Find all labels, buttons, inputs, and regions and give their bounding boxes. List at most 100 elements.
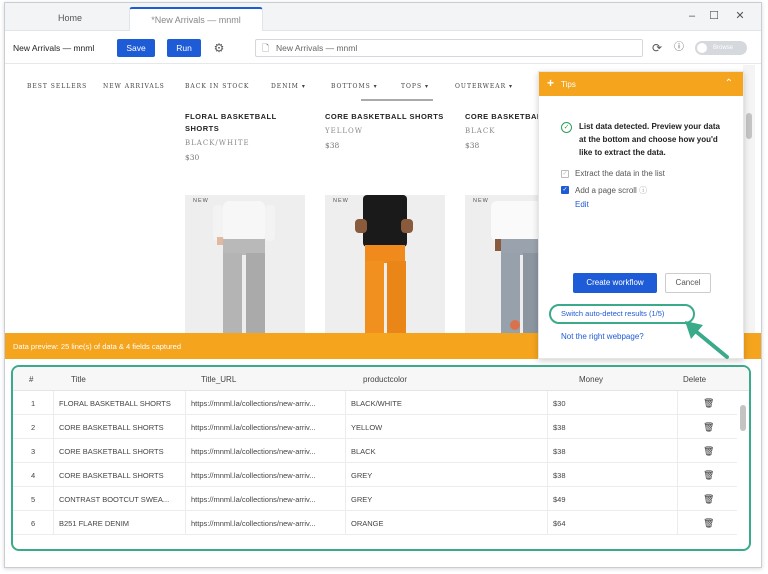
url-field[interactable]: 🗋 New Arrivals — mnml [255,39,643,57]
close-icon[interactable]: ✕ [733,9,747,23]
tips-panel: + Tips ⌃ ✓ List data detected. Preview y… [538,71,744,359]
save-button[interactable]: Save [117,39,155,57]
col-header-title[interactable]: Title [71,375,86,384]
cell-productcolor[interactable]: GREY [351,495,541,504]
cell-money[interactable]: $30 [553,399,673,408]
info-icon[interactable]: ⓘ [671,40,687,56]
divider [677,439,678,463]
col-header-productcolor[interactable]: productcolor [363,375,407,384]
collapse-chevron-icon[interactable]: ⌃ [725,78,733,90]
trash-icon[interactable]: 🗑 [703,517,714,529]
cell-title[interactable]: FLORAL BASKETBALL SHORTS [59,399,181,408]
cell-productcolor[interactable]: YELLOW [351,423,541,432]
cell-productcolor[interactable]: BLACK [351,447,541,456]
cancel-button[interactable]: Cancel [665,273,711,293]
trash-icon[interactable]: 🗑 [703,445,714,457]
run-button[interactable]: Run [167,39,201,57]
nav-tops[interactable]: TOPS ▾ [401,83,429,90]
page-scroll-checkbox[interactable]: ✓ [561,186,569,194]
tab-new-arrivals[interactable]: *New Arrivals — mnml [129,7,263,31]
cell-money[interactable]: $64 [553,519,673,528]
nav-bottoms[interactable]: BOTTOMS ▾ [331,83,378,90]
cell-money[interactable]: $38 [553,447,673,456]
nav-outerwear[interactable]: OUTERWEAR ▾ [455,83,513,90]
divider [185,511,186,535]
divider [547,415,548,439]
option-label: Add a page scroll ⓘ [575,185,647,196]
cell-num: 1 [31,399,36,408]
maximize-icon[interactable]: ☐ [707,9,721,23]
cell-money[interactable]: $38 [553,471,673,480]
page-scrollbar-thumb[interactable] [746,113,752,139]
cell-title-url[interactable]: https://mnml.la/collections/new-arriv... [191,519,343,528]
trash-icon[interactable]: 🗑 [703,421,714,433]
cell-title[interactable]: CORE BASKETBALL SHORTS [59,471,181,480]
table-row[interactable]: 1 FLORAL BASKETBALL SHORTS https://mnml.… [13,391,737,415]
cell-title[interactable]: CORE BASKETBALL SHORTS [59,447,181,456]
divider [345,511,346,535]
cell-title[interactable]: CORE BASKETBALL SHORTS [59,423,181,432]
cell-title-url[interactable]: https://mnml.la/collections/new-arriv... [191,495,343,504]
nav-best-sellers[interactable]: BEST SELLERS [27,83,87,90]
cell-productcolor[interactable]: BLACK/WHITE [351,399,541,408]
cell-productcolor[interactable]: GREY [351,471,541,480]
minimize-icon[interactable]: – [685,9,699,23]
nav-active-indicator [361,99,433,101]
wrong-webpage-link[interactable]: Not the right webpage? [561,332,644,341]
task-name[interactable]: New Arrivals — mnml [13,43,94,53]
switch-auto-detect-link[interactable]: Switch auto-detect results (1/5) [549,304,695,324]
help-icon[interactable]: ⓘ [639,186,647,195]
cell-productcolor[interactable]: ORANGE [351,519,541,528]
url-text: New Arrivals — mnml [276,43,358,53]
trash-icon[interactable]: 🗑 [703,397,714,409]
cell-title-url[interactable]: https://mnml.la/collections/new-arriv... [191,471,343,480]
product-card[interactable]: FLORAL BASKETBALL SHORTS BLACK/WHITE $30 [185,111,309,162]
cell-title-url[interactable]: https://mnml.la/collections/new-arriv... [191,399,343,408]
product-card[interactable]: CORE BASKETBALL SHORTS YELLOW $38 [325,111,449,150]
col-header-delete: Delete [683,375,707,384]
divider [547,487,548,511]
tips-header[interactable]: + Tips ⌃ [539,72,743,96]
cell-title-url[interactable]: https://mnml.la/collections/new-arriv... [191,423,343,432]
divider [53,439,54,463]
create-workflow-button[interactable]: Create workflow [573,273,657,293]
gear-icon[interactable]: ⚙ [211,40,227,56]
cell-money[interactable]: $49 [553,495,673,504]
col-header-title-url[interactable]: Title_URL [201,375,236,384]
divider [345,487,346,511]
page-scrollbar[interactable] [743,65,755,333]
product-price: $30 [185,153,200,162]
table-scrollbar-thumb[interactable] [740,405,746,431]
extract-list-checkbox[interactable]: ✓ [561,170,569,178]
nav-back-in-stock[interactable]: BACK IN STOCK [185,83,249,90]
page-icon: 🗋 [262,43,270,53]
product-image[interactable]: NEW [325,195,445,333]
table-row[interactable]: 5 CONTRAST BOOTCUT SWEA... https://mnml.… [13,487,737,511]
cell-title[interactable]: B251 FLARE DENIM [59,519,181,528]
plus-icon: + [547,76,555,90]
nav-new-arrivals[interactable]: NEW ARRIVALS [103,83,165,90]
col-header-money[interactable]: Money [579,375,603,384]
option-label: Extract the data in the list [575,169,665,178]
cell-title-url[interactable]: https://mnml.la/collections/new-arriv... [191,447,343,456]
table-row[interactable]: 3 CORE BASKETBALL SHORTS https://mnml.la… [13,439,737,463]
nav-denim[interactable]: DENIM ▾ [271,83,306,90]
cell-title[interactable]: CONTRAST BOOTCUT SWEA... [59,495,181,504]
tips-title: Tips [561,80,576,89]
table-row[interactable]: 2 CORE BASKETBALL SHORTS https://mnml.la… [13,415,737,439]
divider [677,415,678,439]
refresh-icon[interactable]: ⟳ [649,40,665,56]
product-image[interactable]: NEW [185,195,305,333]
trash-icon[interactable]: 🗑 [703,493,714,505]
table-row[interactable]: 4 CORE BASKETBALL SHORTS https://mnml.la… [13,463,737,487]
new-badge: NEW [193,198,209,204]
browse-toggle[interactable]: Browse [695,41,747,55]
divider [345,415,346,439]
tab-home[interactable]: Home [15,7,125,31]
col-header-num: # [29,375,34,384]
table-row[interactable]: 6 B251 FLARE DENIM https://mnml.la/colle… [13,511,737,535]
edit-link[interactable]: Edit [575,200,589,209]
cell-money[interactable]: $38 [553,423,673,432]
table-scrollbar[interactable] [739,393,747,543]
trash-icon[interactable]: 🗑 [703,469,714,481]
